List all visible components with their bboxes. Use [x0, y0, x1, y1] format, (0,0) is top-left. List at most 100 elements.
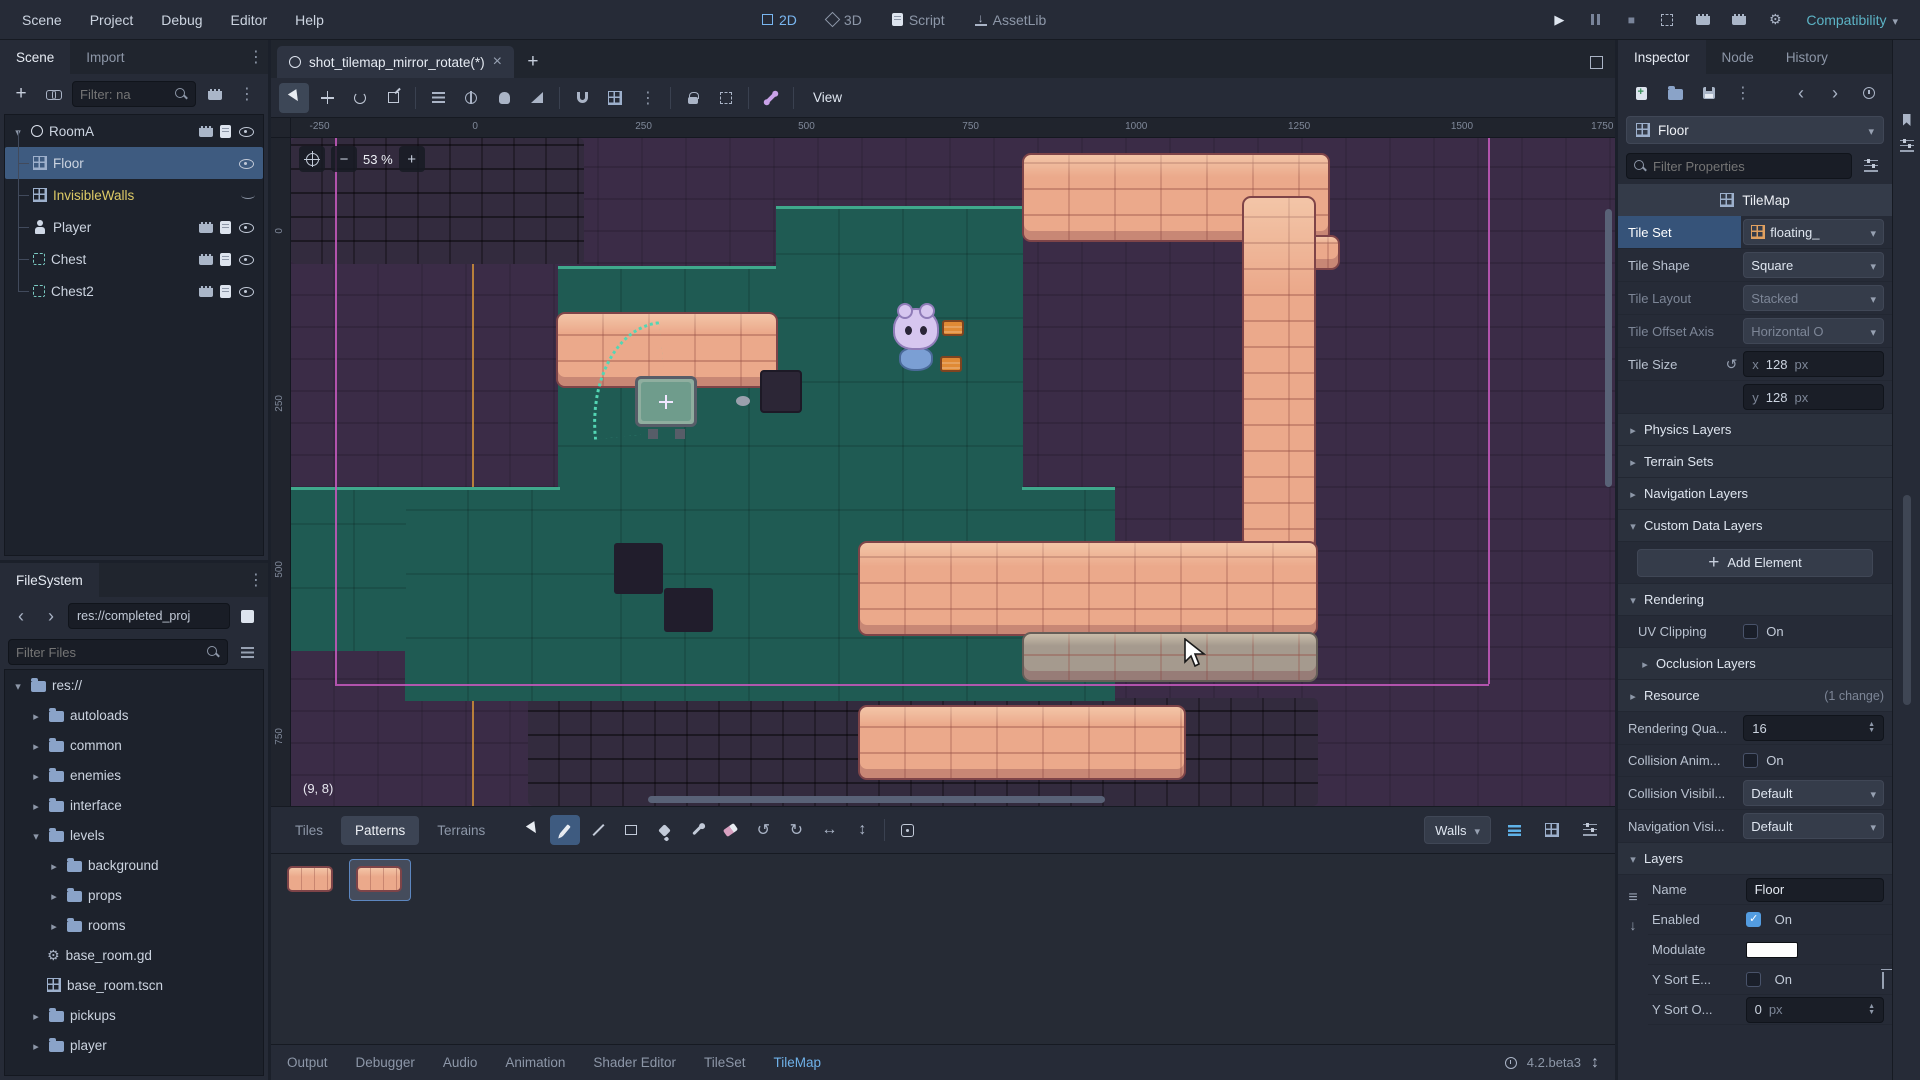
- scene-node-player[interactable]: Player: [5, 195, 263, 243]
- tab-terrains[interactable]: Terrains: [423, 816, 499, 845]
- ysort-checkbox[interactable]: [1745, 972, 1761, 987]
- collapse-icon[interactable]: [29, 767, 43, 783]
- tab-patterns[interactable]: Patterns: [341, 815, 420, 845]
- panel-shader-editor[interactable]: Shader Editor: [593, 1055, 676, 1070]
- panel-debugger[interactable]: Debugger: [356, 1055, 415, 1070]
- move-layer-down-icon[interactable]: [1630, 917, 1637, 933]
- fs-item-levels[interactable]: levels: [5, 820, 263, 850]
- tile-shape-dropdown[interactable]: Square: [1743, 252, 1884, 278]
- expand-bottom-panel-icon[interactable]: [1591, 1054, 1599, 1072]
- zoom-in-button[interactable]: [398, 146, 425, 172]
- group-node-button[interactable]: [711, 83, 741, 113]
- remote-debug-button[interactable]: [1760, 6, 1790, 34]
- property-filter-options[interactable]: [1858, 153, 1884, 179]
- grid-snap-button[interactable]: [600, 83, 630, 113]
- add-node-button[interactable]: [8, 81, 34, 107]
- group-custom-data-layers[interactable]: Custom Data Layers: [1618, 510, 1892, 542]
- bucket-tool-button[interactable]: [649, 815, 679, 845]
- revert-icon[interactable]: [1726, 356, 1738, 373]
- tile-size-y-field[interactable]: y 128 px: [1743, 384, 1884, 410]
- zoom-out-button[interactable]: [331, 146, 357, 172]
- skeleton-options-button[interactable]: [756, 83, 786, 113]
- fs-item-props[interactable]: props: [5, 880, 263, 910]
- eye-closed-icon[interactable]: [241, 191, 255, 199]
- group-physics-layers[interactable]: Physics Layers: [1618, 414, 1892, 446]
- group-terrain-sets[interactable]: Terrain Sets: [1618, 446, 1892, 478]
- tab-node[interactable]: Node: [1706, 40, 1770, 74]
- path-input[interactable]: [77, 609, 221, 623]
- viewport-canvas[interactable]: 53 % (9, 8): [291, 138, 1615, 806]
- resource-options-button[interactable]: [1730, 80, 1756, 106]
- class-section-header[interactable]: TileMap: [1618, 184, 1892, 216]
- vertical-scrollbar[interactable]: [1605, 208, 1612, 487]
- pin-icon[interactable]: [1902, 114, 1911, 126]
- flip-vertical-button[interactable]: [847, 815, 877, 845]
- play-button[interactable]: [1544, 6, 1574, 34]
- panel-tileset[interactable]: TileSet: [704, 1055, 746, 1070]
- grid-toggle-button[interactable]: [1537, 815, 1567, 845]
- menu-editor[interactable]: Editor: [219, 6, 280, 34]
- script-icon[interactable]: [220, 252, 231, 266]
- path-box[interactable]: [68, 603, 230, 629]
- collapse-icon[interactable]: [29, 707, 43, 723]
- picker-tool-button[interactable]: [682, 815, 712, 845]
- tile-size-x-field[interactable]: x 128 px: [1743, 351, 1884, 377]
- random-tile-button[interactable]: [892, 815, 922, 845]
- pan-tool-button[interactable]: [489, 83, 519, 113]
- panel-audio[interactable]: Audio: [443, 1055, 478, 1070]
- collision-visibility-dropdown[interactable]: Default: [1743, 780, 1884, 806]
- menu-debug[interactable]: Debug: [149, 6, 214, 34]
- eye-icon[interactable]: [238, 220, 255, 234]
- eye-icon[interactable]: [238, 252, 255, 266]
- attach-script-button[interactable]: [202, 81, 228, 107]
- fs-item-enemies[interactable]: enemies: [5, 760, 263, 790]
- fs-item-base-room-tscn[interactable]: base_room.tscn: [5, 970, 263, 1000]
- collapse-icon[interactable]: [11, 677, 25, 693]
- fs-item-rooms[interactable]: rooms: [5, 910, 263, 940]
- snap-toggle-button[interactable]: [567, 83, 597, 113]
- scene-filter-input[interactable]: [80, 86, 169, 102]
- rotate-left-button[interactable]: [748, 815, 778, 845]
- workspace-script-button[interactable]: Script: [880, 6, 957, 34]
- eraser-tool-button[interactable]: [715, 815, 745, 845]
- reorder-layer-icon[interactable]: [1628, 889, 1637, 907]
- collapse-icon[interactable]: [47, 887, 61, 903]
- pattern-thumbnail-selected[interactable]: [349, 859, 411, 901]
- scale-tool-button[interactable]: [378, 83, 408, 113]
- list-select-button[interactable]: [423, 83, 453, 113]
- select-tool-button[interactable]: [279, 82, 309, 113]
- collapse-icon[interactable]: [29, 797, 43, 813]
- script-icon[interactable]: [220, 220, 231, 234]
- scene-filter-box[interactable]: [72, 81, 196, 107]
- file-filter-input[interactable]: [16, 644, 201, 660]
- collapse-icon[interactable]: [47, 857, 61, 873]
- file-filter-box[interactable]: [8, 639, 228, 665]
- collapse-icon[interactable]: [29, 1007, 43, 1023]
- panel-tilemap[interactable]: TileMap: [773, 1055, 821, 1070]
- menu-project[interactable]: Project: [78, 6, 146, 34]
- group-layers[interactable]: Layers: [1618, 843, 1892, 875]
- sort-files-button[interactable]: [234, 639, 260, 665]
- dock-menu-icon[interactable]: [244, 40, 268, 74]
- forward-button[interactable]: [38, 603, 64, 629]
- fs-item-base-room-gd[interactable]: base_room.gd: [5, 940, 263, 970]
- pause-button[interactable]: [1580, 6, 1610, 34]
- dock-menu-icon[interactable]: [244, 563, 268, 597]
- patterns-content[interactable]: [271, 853, 1615, 1044]
- workspace-3d-button[interactable]: 3D: [815, 6, 874, 34]
- tile-layout-dropdown[interactable]: Stacked: [1743, 285, 1884, 311]
- navigation-visibility-dropdown[interactable]: Default: [1743, 813, 1884, 839]
- group-resource[interactable]: Resource(1 change): [1618, 680, 1892, 712]
- collapse-icon[interactable]: [29, 827, 43, 843]
- scene-node-invisiblewalls[interactable]: InvisibleWalls: [5, 163, 263, 211]
- scene-options-icon[interactable]: [234, 81, 260, 107]
- tab-scene[interactable]: Scene: [0, 40, 71, 74]
- lock-node-button[interactable]: [678, 83, 708, 113]
- fs-item-player[interactable]: player: [5, 1030, 263, 1060]
- paint-tool-button[interactable]: [550, 815, 581, 845]
- inspector-scrollbar[interactable]: [1903, 495, 1911, 705]
- property-filter-input[interactable]: [1653, 158, 1844, 174]
- ysort-origin-field[interactable]: 0 px: [1745, 996, 1884, 1023]
- history-back-button[interactable]: [1788, 80, 1814, 106]
- instance-scene-button[interactable]: [40, 81, 66, 107]
